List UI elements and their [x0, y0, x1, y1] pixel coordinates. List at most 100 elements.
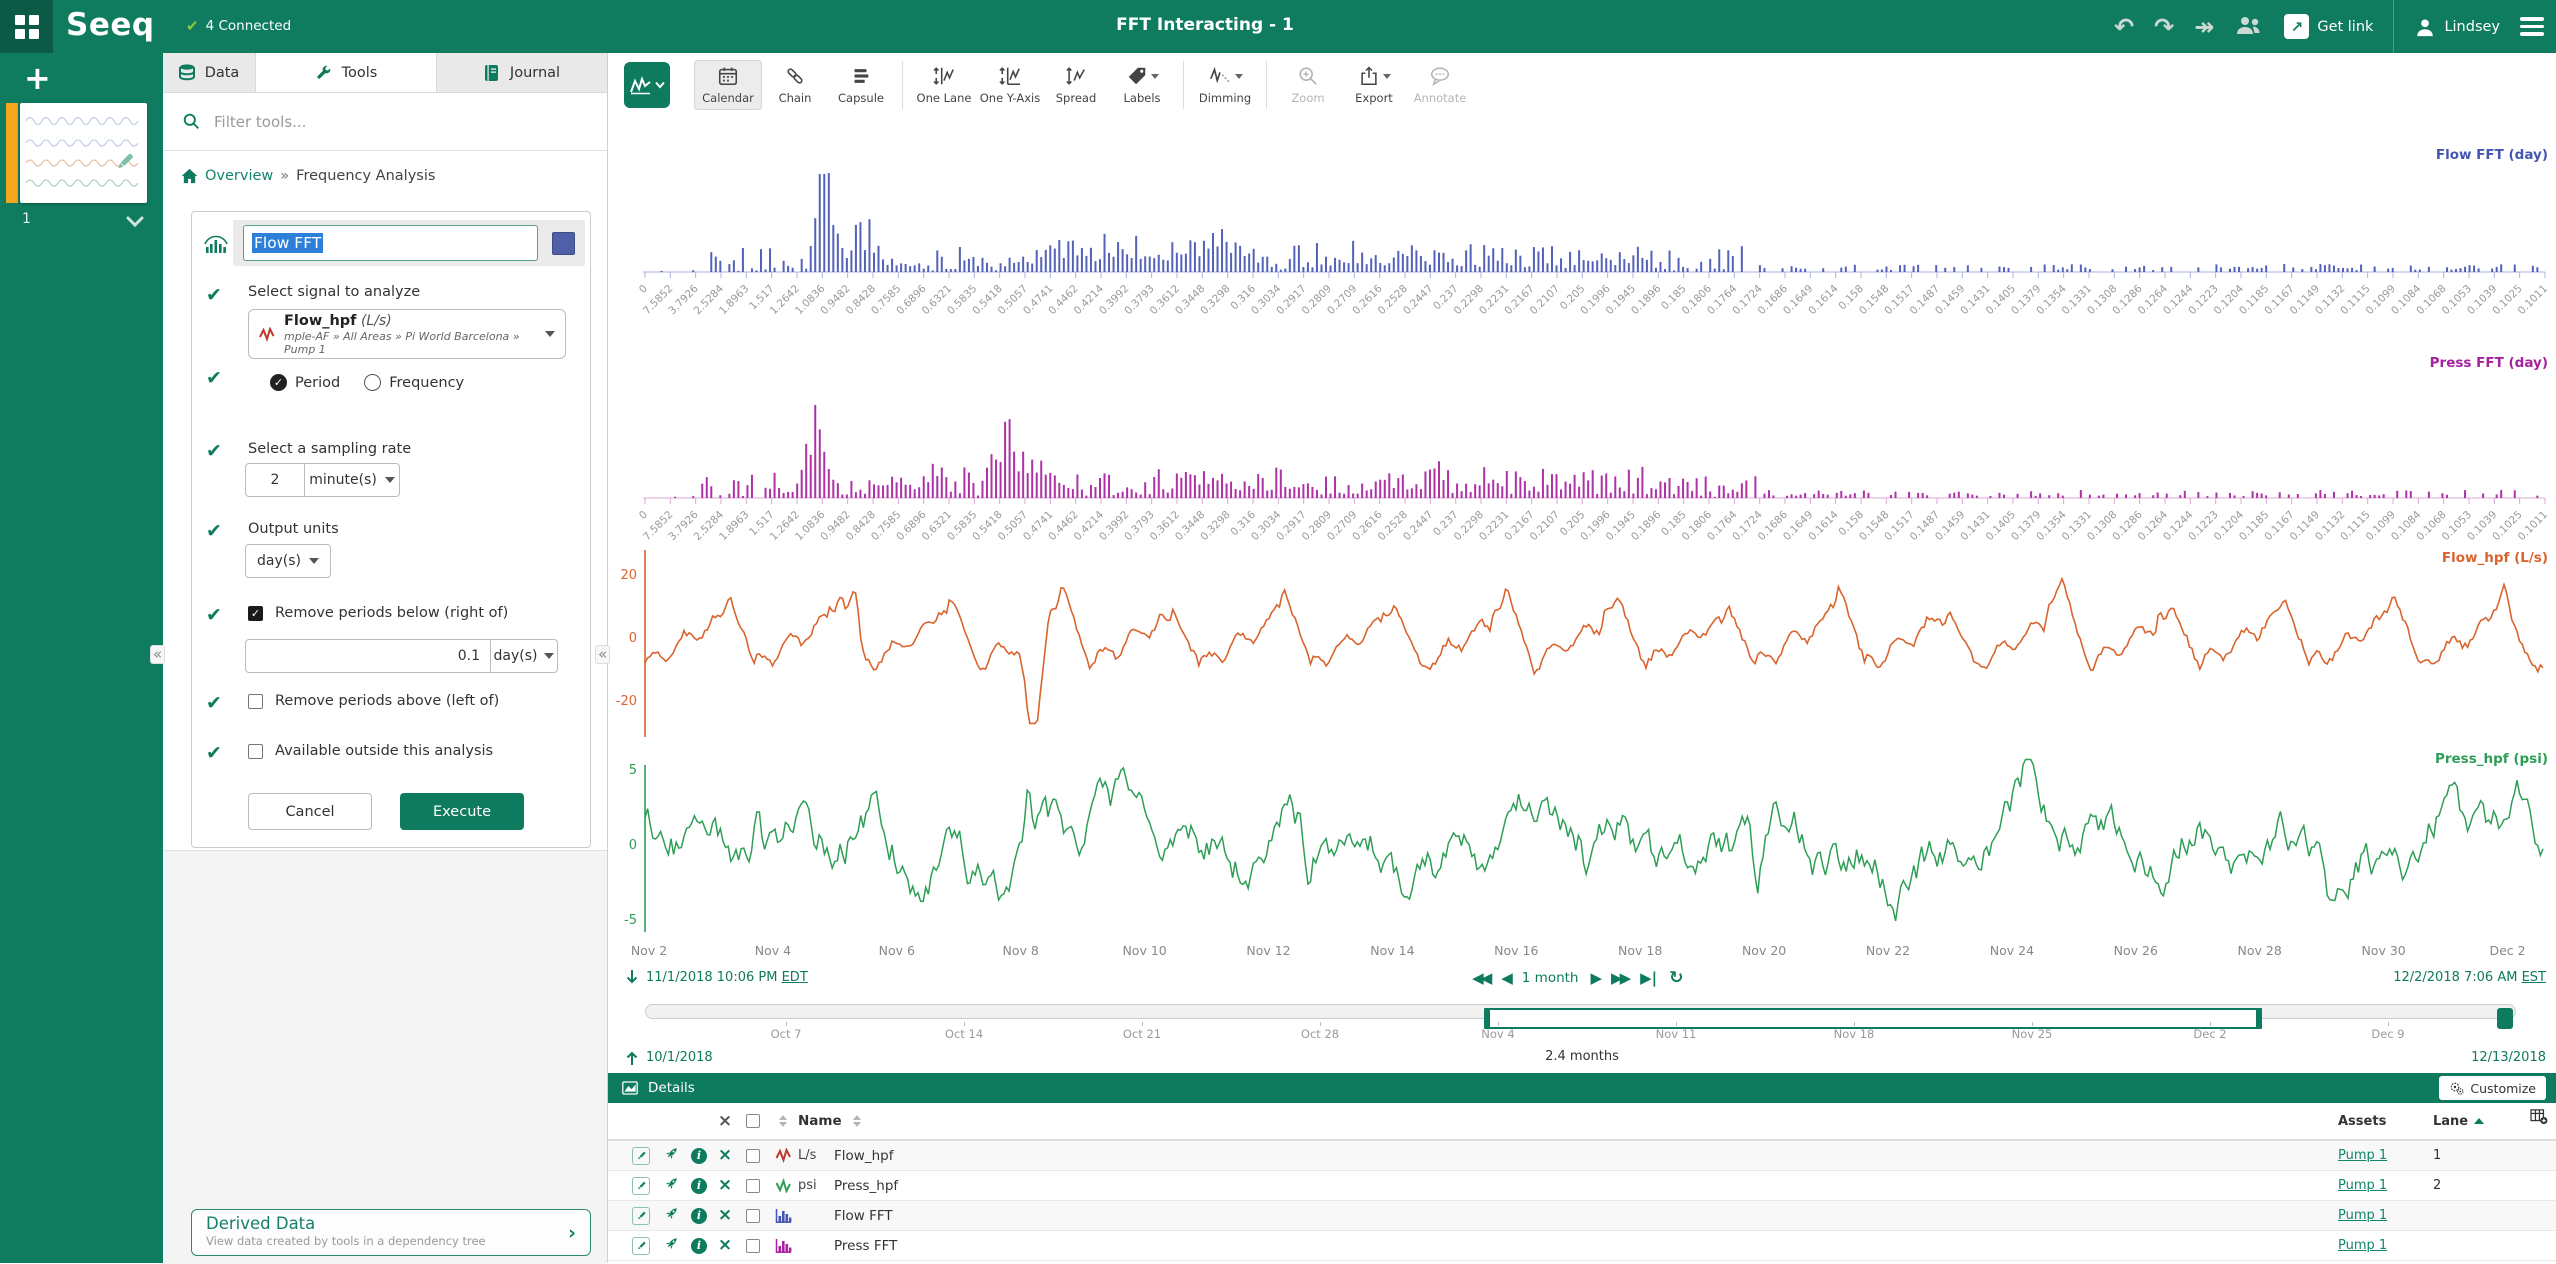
- asset-link[interactable]: Pump 1: [2338, 1238, 2387, 1253]
- period-radio[interactable]: ✓Period: [270, 374, 340, 391]
- refresh-icon[interactable]: ↻: [1669, 968, 1683, 988]
- available-outside-checkbox[interactable]: [248, 744, 263, 759]
- remove-below-unit-select[interactable]: day(s): [490, 639, 558, 673]
- dimming-button[interactable]: Dimming: [1192, 61, 1258, 109]
- sampling-rate-input[interactable]: 2: [245, 463, 305, 497]
- remove-item-icon[interactable]: ×: [718, 1207, 732, 1224]
- item-name[interactable]: Press FFT: [834, 1238, 2338, 1254]
- add-worksheet-button[interactable]: +: [24, 59, 51, 97]
- info-icon[interactable]: i: [691, 1238, 707, 1254]
- info-icon[interactable]: i: [691, 1208, 707, 1224]
- lane-label[interactable]: Flow FFT (day): [2436, 147, 2548, 163]
- investigate-start[interactable]: 10/1/2018: [626, 1050, 713, 1065]
- one-lane-button[interactable]: One Lane: [911, 61, 977, 109]
- row-checkbox[interactable]: [746, 1179, 760, 1193]
- remove-above-checkbox[interactable]: [248, 694, 263, 709]
- view-mode-dropdown[interactable]: [624, 62, 670, 108]
- remove-below-input[interactable]: 0.1: [245, 639, 491, 673]
- scrubber-track[interactable]: [645, 1004, 2516, 1019]
- lane-label[interactable]: Press FFT (day): [2430, 355, 2548, 371]
- item-name[interactable]: Flow FFT: [834, 1208, 2338, 1224]
- execute-button[interactable]: Execute: [400, 793, 524, 830]
- info-icon[interactable]: i: [691, 1178, 707, 1194]
- range-end-tz[interactable]: EST: [2522, 970, 2546, 985]
- output-unit-select[interactable]: day(s): [245, 544, 331, 578]
- step-forward-icon[interactable]: ▶: [1590, 969, 1599, 987]
- select-all-checkbox[interactable]: [746, 1114, 760, 1128]
- scrubber-right-handle[interactable]: [2256, 1008, 2262, 1029]
- remove-item-icon[interactable]: ×: [718, 1147, 732, 1164]
- item-name[interactable]: Press_hpf: [834, 1178, 2338, 1194]
- forward-share-icon[interactable]: ↠: [2194, 15, 2214, 39]
- navigate-rocket-button[interactable]: [663, 1175, 680, 1196]
- step-forward-fast-icon[interactable]: ▶▶: [1611, 969, 1628, 987]
- one-y-axis-button[interactable]: One Y-Axis: [977, 61, 1043, 109]
- spread-button[interactable]: Spread: [1043, 61, 1109, 109]
- worksheet-thumbnail[interactable]: [20, 103, 147, 203]
- tab-data[interactable]: Data: [163, 53, 256, 92]
- remove-item-icon[interactable]: ×: [718, 1237, 732, 1254]
- step-back-fast-icon[interactable]: ◀◀: [1472, 969, 1489, 987]
- step-back-icon[interactable]: ◀: [1501, 969, 1510, 987]
- asset-link[interactable]: Pump 1: [2338, 1208, 2387, 1223]
- investigate-end[interactable]: 12/13/2018: [2471, 1050, 2546, 1065]
- edit-item-button[interactable]: [632, 1207, 650, 1225]
- row-checkbox[interactable]: [746, 1149, 760, 1163]
- remove-item-icon[interactable]: ×: [718, 1177, 732, 1194]
- sampling-unit-select[interactable]: minute(s): [304, 463, 400, 497]
- tab-tools[interactable]: Tools: [256, 53, 437, 92]
- capsule-button[interactable]: Capsule: [828, 60, 894, 110]
- item-name[interactable]: Flow_hpf: [834, 1148, 2338, 1164]
- lane-label[interactable]: Press_hpf (psi): [2435, 751, 2548, 767]
- home-icon[interactable]: [181, 168, 198, 184]
- asset-link[interactable]: Pump 1: [2338, 1178, 2387, 1193]
- redo-icon[interactable]: ↷: [2154, 15, 2174, 39]
- tool-name-input[interactable]: Flow FFT: [243, 225, 538, 261]
- info-icon[interactable]: i: [691, 1148, 707, 1164]
- derived-data-button[interactable]: Derived Data View data created by tools …: [191, 1209, 591, 1256]
- navigate-rocket-button[interactable]: [663, 1145, 680, 1166]
- breadcrumb-overview-link[interactable]: Overview: [205, 168, 273, 184]
- collapse-strip-handle[interactable]: «: [150, 645, 165, 664]
- edit-item-button[interactable]: [632, 1237, 650, 1255]
- chain-button[interactable]: Chain: [762, 60, 828, 110]
- user-menu[interactable]: Lindsey: [2414, 16, 2500, 38]
- export-button[interactable]: Export: [1341, 61, 1407, 109]
- apps-menu-button[interactable]: [0, 0, 53, 53]
- users-icon[interactable]: [2234, 13, 2264, 41]
- edit-item-button[interactable]: [632, 1147, 650, 1165]
- sort-icon[interactable]: [779, 1115, 787, 1127]
- scrubber-left-handle[interactable]: [1484, 1008, 1490, 1029]
- investigate-duration[interactable]: 2.4 months: [1545, 1049, 1619, 1064]
- customize-button[interactable]: Customize: [2439, 1076, 2546, 1100]
- range-end[interactable]: 12/2/2018 7:06 AM EST: [2393, 970, 2546, 985]
- add-column-icon[interactable]: [2530, 1109, 2548, 1129]
- row-checkbox[interactable]: [746, 1239, 760, 1253]
- lane-column-header[interactable]: Lane: [2433, 1114, 2503, 1129]
- scrubber-selection[interactable]: [1486, 1008, 2260, 1029]
- undo-icon[interactable]: ↶: [2114, 15, 2134, 39]
- remove-all-icon[interactable]: ×: [718, 1113, 732, 1130]
- trend-chart[interactable]: Flow FFT (day) Press FFT (day) Flow_hpf (L…: [608, 117, 2556, 965]
- calendar-button[interactable]: Calendar: [694, 60, 762, 110]
- collapse-panel-handle[interactable]: «: [595, 645, 610, 664]
- filter-tools-input[interactable]: [212, 112, 587, 132]
- range-duration[interactable]: 1 month: [1522, 970, 1579, 986]
- assets-column-header[interactable]: Assets: [2338, 1114, 2433, 1129]
- remove-below-checkbox[interactable]: ✓: [248, 606, 263, 621]
- lane-label[interactable]: Flow_hpf (L/s): [2442, 550, 2548, 566]
- frequency-radio[interactable]: Frequency: [364, 374, 464, 391]
- labels-button[interactable]: Labels: [1109, 61, 1175, 109]
- navigate-rocket-button[interactable]: [663, 1235, 680, 1256]
- name-column-header[interactable]: Name: [798, 1113, 842, 1129]
- scrubber-end-handle[interactable]: [2497, 1008, 2513, 1029]
- navigate-rocket-button[interactable]: [663, 1205, 680, 1226]
- sort-icon[interactable]: [853, 1115, 861, 1127]
- get-link-button[interactable]: ↗ Get link: [2284, 14, 2373, 39]
- edit-item-button[interactable]: [632, 1177, 650, 1195]
- range-start[interactable]: 11/1/2018 10:06 PM EDT: [626, 970, 808, 985]
- hamburger-menu-icon[interactable]: [2520, 17, 2544, 36]
- asset-link[interactable]: Pump 1: [2338, 1148, 2387, 1163]
- cancel-button[interactable]: Cancel: [248, 793, 372, 830]
- range-start-tz[interactable]: EDT: [782, 970, 808, 985]
